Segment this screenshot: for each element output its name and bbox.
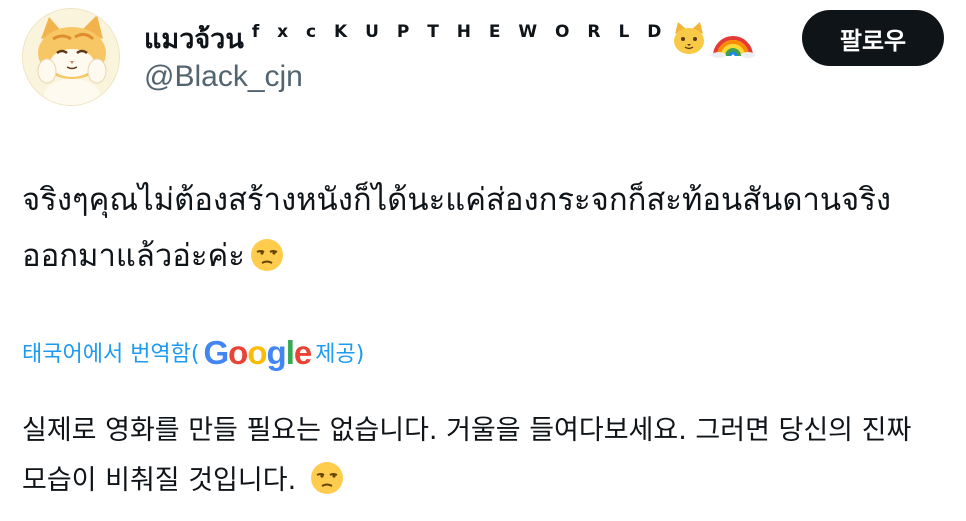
google-letter: G	[203, 334, 230, 371]
tweet-text: จริงๆคุณไม่ต้องสร้างหนังก็ได้นะแค่ส่องกร…	[22, 172, 942, 284]
translation-attribution[interactable]: 태국어에서 번역함( Google 제공)	[22, 333, 364, 371]
translation-prefix: 태국어에서 번역함(	[22, 342, 200, 367]
google-letter: o	[247, 334, 267, 371]
cat-face-icon	[671, 20, 707, 56]
tweet-text-content: จริงๆคุณไม่ต้องสร้างหนังก็ได้นะแค่ส่องกร…	[22, 182, 891, 274]
tweet-header: แมวจ้วน f x c K U P T H E W O R L D @Bla…	[22, 8, 944, 108]
google-letter: o	[228, 334, 248, 371]
user-name-block: แมวจ้วน f x c K U P T H E W O R L D @Bla…	[144, 17, 756, 94]
unamused-face-icon	[249, 235, 285, 271]
display-name-row[interactable]: แมวจ้วน f x c K U P T H E W O R L D	[144, 17, 756, 60]
follow-button[interactable]: 팔로우	[802, 10, 944, 66]
rainbow-icon	[711, 18, 756, 58]
google-logo: Google	[203, 334, 313, 372]
translation-suffix: 제공)	[315, 342, 365, 367]
display-name[interactable]: แมวจ้วน	[144, 17, 244, 60]
unamused-face-icon	[309, 460, 345, 496]
translated-text: 실제로 영화를 만들 필요는 없습니다. 거울을 들여다보세요. 그러면 당신의…	[22, 406, 944, 506]
google-letter: g	[266, 334, 287, 371]
translated-text-content: 실제로 영화를 만들 필요는 없습니다. 거울을 들여다보세요. 그러면 당신의…	[22, 415, 912, 496]
user-handle[interactable]: @Black_cjn	[144, 60, 755, 94]
google-letter: e	[293, 334, 312, 371]
google-letter: l	[285, 334, 295, 371]
cat-avatar-icon[interactable]	[22, 8, 120, 106]
display-name-suffix: f x c K U P T H E W O R L D	[251, 22, 668, 42]
